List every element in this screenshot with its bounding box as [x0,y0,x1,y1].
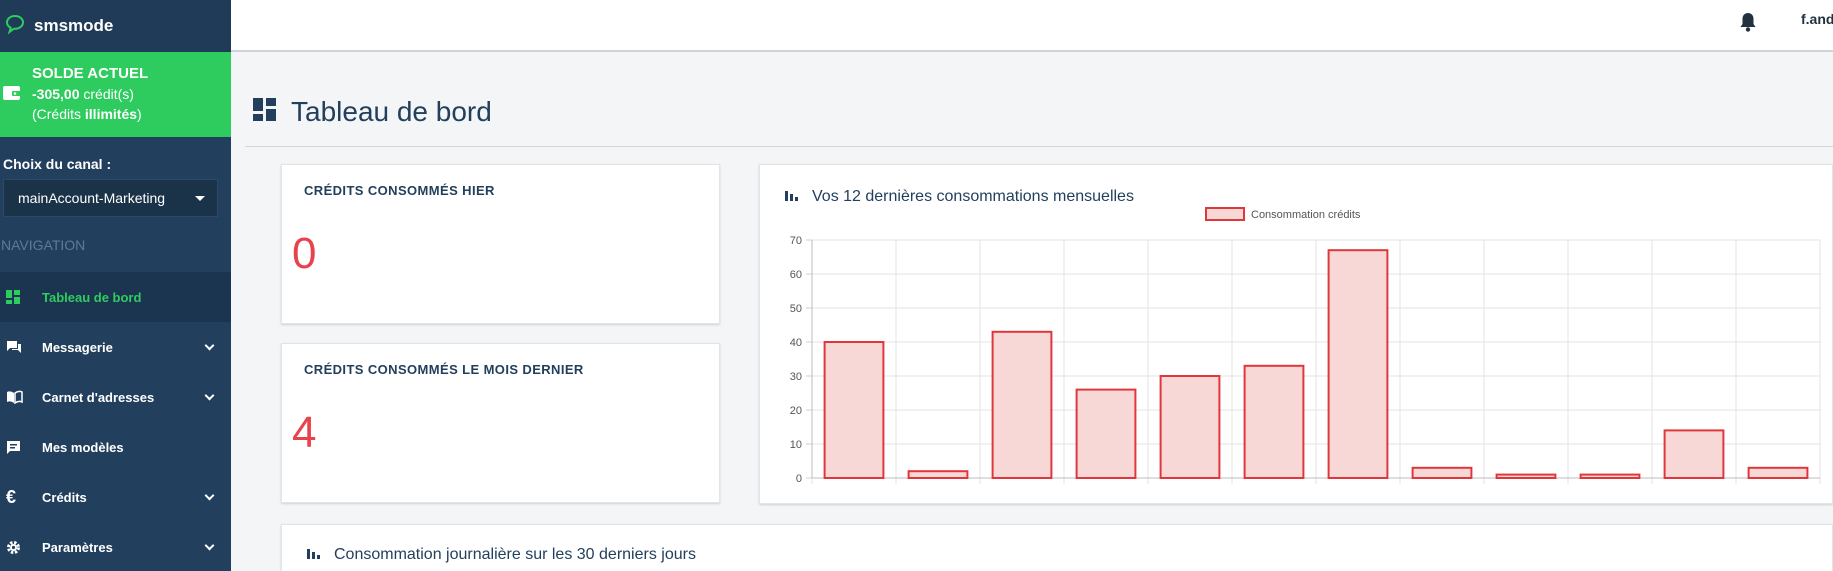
card-value: 4 [292,408,317,457]
card-title: CRÉDITS CONSOMMÉS LE MOIS DERNIER [304,362,584,377]
bar [1495,473,1557,480]
template-icon [0,440,42,455]
sidebar-item-label: Carnet d'adresses [42,389,155,405]
card-credits-last-month: CRÉDITS CONSOMMÉS LE MOIS DERNIER 4 [281,343,720,503]
bar [1159,375,1221,479]
card-credits-yesterday: CRÉDITS CONSOMMÉS HIER 0 [281,164,720,324]
credits-mode: illimités [84,106,138,122]
y-tick-label: 20 [790,405,802,417]
sidebar-item-label: Crédits [42,489,87,505]
bar [823,341,885,479]
credits-suffix: ) [137,106,142,122]
wallet-icon [0,64,28,137]
user-name[interactable]: f.and [1801,11,1833,27]
dashboard-icon [0,289,42,305]
y-tick-label: 10 [790,439,802,451]
daily-chart-card: Consommation journalière sur les 30 dern… [281,524,1833,571]
address-book-icon [0,390,42,404]
chevron-down-icon [204,340,215,351]
monthly-chart-card: Vos 12 dernières consommations mensuelle… [759,164,1833,504]
bar [1579,473,1641,480]
y-tick-label: 50 [790,303,802,315]
bar [1747,466,1809,479]
card-value: 0 [292,229,317,278]
chevron-down-icon [204,540,215,551]
bar [1243,364,1305,479]
bar-chart-icon [306,545,320,564]
chart-title: Consommation journalière sur les 30 dern… [334,545,696,563]
page-title-row: Tableau de bord [253,96,492,128]
chevron-down-icon [204,490,215,501]
topbar: f.and [231,0,1833,52]
brand-name: smsmode [34,16,114,35]
y-tick-label: 60 [790,269,802,281]
dashboard-icon [253,97,277,127]
sidebar-item-parametres[interactable]: Paramètres [0,522,231,571]
euro-icon: € [6,486,17,507]
smsmode-logo-icon [4,13,26,40]
sidebar-item-credits[interactable]: € Crédits [0,472,231,522]
sidebar-item-tableau-de-bord[interactable]: Tableau de bord [0,272,231,322]
balance-unit: crédit(s) [79,86,134,102]
channel-select-value: mainAccount-Marketing [18,190,166,206]
channel-select[interactable]: mainAccount-Marketing [3,179,218,217]
nav-heading: NAVIGATION [1,237,86,253]
bar [1075,388,1137,480]
sidebar: smsmode SOLDE ACTUEL -305,00 crédit(s) (… [0,0,231,571]
legend-swatch [1205,207,1245,221]
sidebar-item-label: Paramètres [42,539,113,555]
sidebar-item-label: Mes modèles [42,439,124,455]
gear-icon [0,540,42,555]
y-tick-label: 0 [796,473,802,485]
y-tick-label: 30 [790,371,802,383]
bar [991,330,1053,479]
bar [1663,429,1725,479]
bar [1327,249,1389,479]
caret-down-icon [195,195,205,201]
balance-heading: SOLDE ACTUEL [32,65,149,82]
legend-label: Consommation crédits [1251,209,1361,221]
y-tick-label: 40 [790,337,802,349]
bell-icon[interactable] [1739,12,1757,37]
brand[interactable]: smsmode [0,0,231,52]
channel-label: Choix du canal : [3,156,112,172]
sidebar-item-mes-modeles[interactable]: Mes modèles [0,422,231,472]
sidebar-item-messagerie[interactable]: Messagerie [0,322,231,372]
balance-panel: SOLDE ACTUEL -305,00 crédit(s) (Crédits … [0,52,231,137]
chevron-down-icon [204,390,215,401]
page-title: Tableau de bord [291,96,492,127]
sidebar-item-label: Messagerie [42,339,113,355]
balance-amount: -305,00 [32,86,80,102]
sidebar-item-label: Tableau de bord [42,289,142,305]
y-tick-label: 70 [790,235,802,247]
chart-header: Consommation journalière sur les 30 dern… [306,545,696,564]
title-divider [245,146,1833,147]
monthly-consumption-chart: 010203040506070août 18sept. 18oct. 18nov… [790,207,1821,485]
sidebar-item-carnet-adresses[interactable]: Carnet d'adresses [0,372,231,422]
card-title: CRÉDITS CONSOMMÉS HIER [304,183,495,198]
credits-prefix: (Crédits [32,106,85,122]
bar [1411,466,1473,479]
chat-icon [0,340,42,355]
bar [907,470,969,480]
